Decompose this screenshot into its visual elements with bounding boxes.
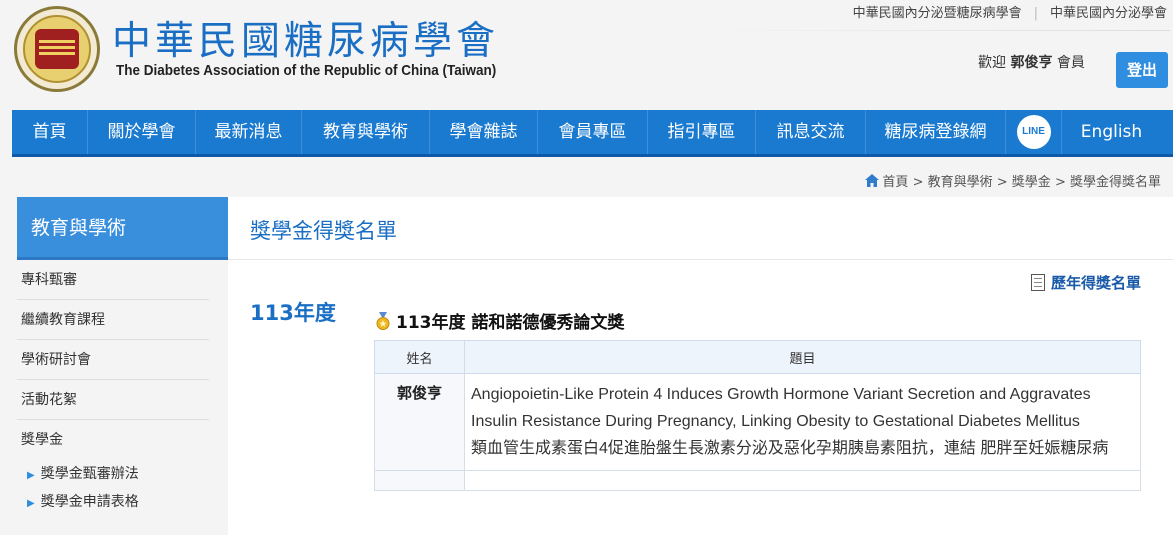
user-name: 郭俊亨 [1010, 55, 1053, 71]
top-links-divider [690, 30, 1170, 31]
nav-journal[interactable]: 學會雜誌 [430, 110, 538, 154]
next-row-name [374, 470, 465, 491]
sidebar-item-symposium[interactable]: 學術研討會 [17, 340, 209, 380]
nav-english[interactable]: English [1062, 110, 1161, 154]
nav-members[interactable]: 會員專區 [538, 110, 648, 154]
top-link-endocrine-diabetes[interactable]: 中華民國內分泌暨糖尿病學會 [853, 6, 1022, 21]
top-links: 中華民國內分泌暨糖尿病學會 | 中華民國內分泌學會 [853, 2, 1167, 21]
table-row [374, 470, 1141, 491]
year-label: 113年度 [250, 301, 336, 325]
welcome-suffix: 會員 [1056, 55, 1085, 71]
logo-emblem [35, 29, 79, 69]
nav-home[interactable]: 首頁 [12, 110, 88, 154]
page-title: 獎學金得獎名單 [250, 219, 397, 243]
nav-messages[interactable]: 訊息交流 [756, 110, 866, 154]
top-link-separator: | [1033, 6, 1038, 21]
sidebar-subitem-label: 獎學金甄審辦法 [40, 466, 139, 482]
topic-english: Angiopoietin-Like Protein 4 Induces Grow… [471, 386, 1091, 430]
sidebar: 教育與學術 專科甄審 繼續教育課程 學術研討會 活動花絮 獎學金 ▶ 獎學金甄審辦… [17, 197, 228, 535]
award-title-text: 113年度 諾和諾德優秀論文獎 [396, 313, 625, 333]
sidebar-subitem-label: 獎學金申請表格 [40, 494, 139, 510]
title-divider [228, 259, 1173, 260]
logo-ring [23, 15, 91, 83]
logo-emblem-graphic [39, 40, 75, 55]
line-icon: LINE [1016, 115, 1051, 149]
triangle-right-icon: ▶ [27, 470, 35, 481]
breadcrumb-home[interactable]: 首頁 [882, 175, 908, 190]
table-header-row: 姓名 題目 [374, 340, 1141, 374]
nav-news[interactable]: 最新消息 [196, 110, 302, 154]
breadcrumb: 首頁 > 教育與學術 > 獎學金 > 獎學金得獎名單 [865, 171, 1161, 190]
nav-line[interactable]: LINE [1006, 110, 1062, 154]
association-logo[interactable] [14, 6, 100, 92]
welcome-text: 歡迎 郭俊亨 會員 [978, 52, 1085, 72]
welcome-prefix: 歡迎 [978, 55, 1006, 71]
sidebar-item-scholarship[interactable]: 獎學金 [17, 420, 209, 460]
nav-diabetes-registry[interactable]: 糖尿病登錄網 [866, 110, 1006, 154]
next-row-topic [464, 470, 1141, 491]
nav-education[interactable]: 教育與學術 [302, 110, 430, 154]
logout-button[interactable]: 登出 [1116, 52, 1168, 88]
nav-about[interactable]: 關於學會 [88, 110, 196, 154]
breadcrumb-scholarship[interactable]: 獎學金 [1012, 175, 1051, 190]
site-title-zh[interactable]: 中華民國糖尿病學會 [112, 10, 499, 66]
sidebar-item-specialist-review[interactable]: 專科甄審 [17, 260, 209, 300]
sidebar-item-event-photos[interactable]: 活動花絮 [17, 380, 209, 420]
medal-icon [376, 312, 390, 330]
award-title: 113年度 諾和諾德優秀論文獎 [374, 308, 624, 333]
home-icon [865, 174, 880, 187]
award-table: 姓名 題目 郭俊亨 Angiopoietin-Like Protein 4 In… [374, 340, 1141, 491]
triangle-right-icon: ▶ [27, 498, 35, 509]
site-title-en[interactable]: The Diabetes Association of the Republic… [116, 62, 496, 79]
document-icon [1030, 274, 1045, 291]
main-nav: 首頁 關於學會 最新消息 教育與學術 學會雜誌 會員專區 指引專區 訊息交流 糖… [12, 110, 1173, 157]
nav-guidelines[interactable]: 指引專區 [648, 110, 756, 154]
table-row: 郭俊亨 Angiopoietin-Like Protein 4 Induces … [374, 373, 1141, 471]
sidebar-item-continuing-education[interactable]: 繼續教育課程 [17, 300, 209, 340]
winner-topic: Angiopoietin-Like Protein 4 Induces Grow… [464, 373, 1141, 471]
main-content: 獎學金得獎名單 歷年得獎名單 113年度 113年度 諾和諾德優秀論文獎 姓名 … [228, 197, 1173, 535]
sidebar-heading: 教育與學術 [17, 197, 228, 260]
column-header-topic: 題目 [464, 340, 1141, 374]
site-header: 中華民國糖尿病學會 The Diabetes Association of th… [0, 0, 1173, 110]
history-winners-link[interactable]: 歷年得獎名單 [1030, 272, 1141, 293]
topic-chinese: 類血管生成素蛋白4促進胎盤生長激素分泌及惡化孕期胰島素阻抗，連結 肥胖至妊娠糖尿… [471, 440, 1109, 457]
column-header-name: 姓名 [374, 340, 465, 374]
top-link-endocrine[interactable]: 中華民國內分泌學會 [1050, 6, 1167, 21]
winner-name: 郭俊亨 [374, 373, 465, 471]
breadcrumb-education[interactable]: 教育與學術 [928, 175, 993, 190]
sidebar-subitem-application-forms[interactable]: ▶ 獎學金申請表格 [17, 488, 228, 516]
sidebar-subitem-scholarship-rules[interactable]: ▶ 獎學金甄審辦法 [17, 460, 228, 488]
breadcrumb-current: 獎學金得獎名單 [1069, 175, 1161, 190]
history-winners-label: 歷年得獎名單 [1050, 274, 1141, 292]
